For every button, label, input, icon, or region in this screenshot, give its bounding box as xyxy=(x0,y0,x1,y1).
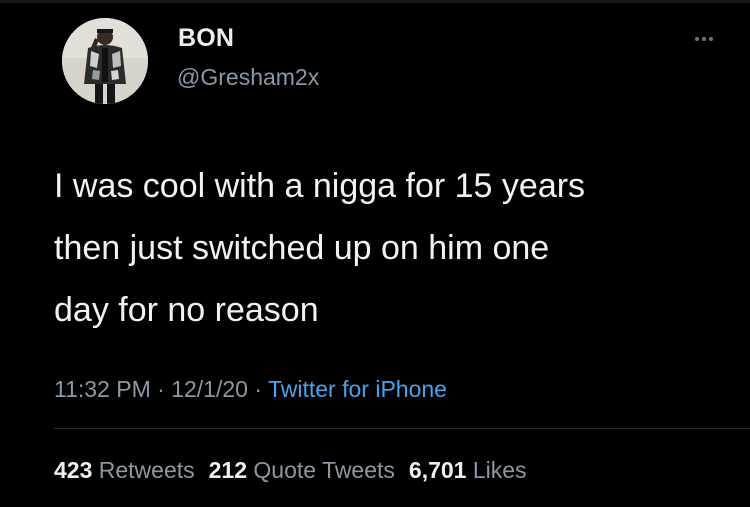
quote-tweets-label: Quote Tweets xyxy=(253,457,395,483)
likes-label: Likes xyxy=(472,457,527,483)
retweets-label: Retweets xyxy=(98,457,195,483)
tweet-source-link[interactable]: Twitter for iPhone xyxy=(268,376,447,402)
stats-divider xyxy=(54,428,750,429)
avatar-photo xyxy=(62,18,148,104)
tweet-meta: 11:32 PM · 12/1/20 · Twitter for iPhone xyxy=(54,376,447,403)
tweet-time[interactable]: 11:32 PM xyxy=(54,376,151,402)
meta-separator: · xyxy=(247,376,268,402)
avatar[interactable] xyxy=(62,18,148,104)
meta-separator: · xyxy=(150,376,172,402)
tweet-text: I was cool with a nigga for 15 years the… xyxy=(54,167,586,329)
quote-tweets-stat[interactable]: 212 Quote Tweets xyxy=(209,457,395,483)
ellipsis-dot xyxy=(695,37,699,41)
ellipsis-dot xyxy=(702,37,706,41)
tweet-stats: 423 Retweets 212 Quote Tweets 6,701 Likes xyxy=(54,457,527,484)
author-name[interactable]: BON xyxy=(178,24,234,53)
author-handle[interactable]: @Gresham2x xyxy=(177,64,319,91)
likes-count: 6,701 xyxy=(408,457,467,483)
ellipsis-icon[interactable] xyxy=(686,30,722,48)
quote-tweets-count: 212 xyxy=(208,457,248,483)
tweet-date[interactable]: 12/1/20 xyxy=(171,376,248,402)
likes-stat[interactable]: 6,701 Likes xyxy=(409,457,527,483)
top-divider xyxy=(0,0,750,3)
ellipsis-dot xyxy=(709,37,713,41)
retweets-stat[interactable]: 423 Retweets xyxy=(54,457,195,483)
retweets-count: 423 xyxy=(54,457,93,483)
